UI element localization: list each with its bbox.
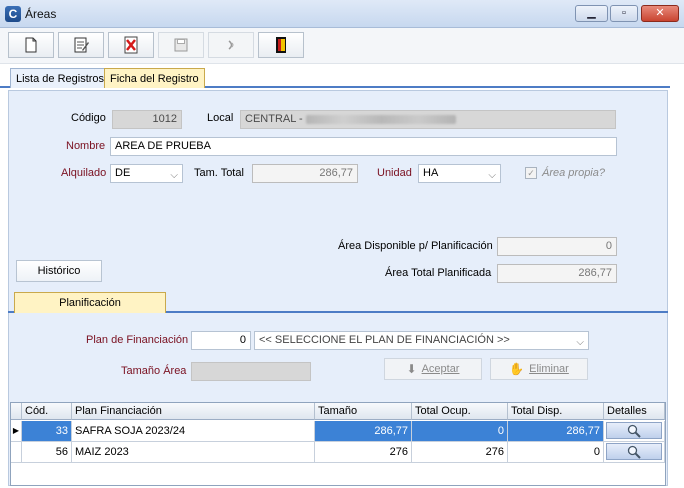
- plan-financiacion-label: Plan de Financiación: [86, 334, 189, 346]
- cell-total-disp[interactable]: 286,77: [508, 421, 604, 442]
- tab-strip: Lista de Registros Ficha del Registro: [0, 66, 670, 88]
- app-icon: C: [5, 6, 21, 22]
- minimize-icon: ▁: [587, 7, 596, 19]
- planificacion-grid: Cód. Plan Financiación Tamaño Total Ocup…: [10, 402, 666, 486]
- cell-tamano[interactable]: 276: [315, 442, 412, 463]
- tam-total-label: Tam. Total: [194, 167, 244, 179]
- save-button[interactable]: [158, 32, 204, 58]
- cell-total-ocup[interactable]: 276: [412, 442, 508, 463]
- undo-button[interactable]: [208, 32, 254, 58]
- cell-plan[interactable]: MAIZ 2023: [72, 442, 315, 463]
- aceptar-label: Aceptar: [421, 363, 460, 375]
- column-header-plan[interactable]: Plan Financiación: [72, 403, 315, 420]
- unidad-select[interactable]: HA ⌵: [418, 164, 501, 183]
- tab-planificacion[interactable]: Planificación: [14, 292, 166, 313]
- cell-cod[interactable]: 56: [22, 442, 72, 463]
- area-disponible-label: Área Disponible p/ Planificación: [338, 240, 493, 252]
- delete-record-button[interactable]: [108, 32, 154, 58]
- column-header-tamano[interactable]: Tamaño: [315, 403, 412, 420]
- tab-ficha-del-registro[interactable]: Ficha del Registro: [104, 68, 205, 88]
- column-header-cod[interactable]: Cód.: [22, 403, 72, 420]
- eliminar-label: Eliminar: [529, 363, 569, 375]
- chevron-down-icon: ⌵: [576, 337, 584, 348]
- area-propia-label: Área propia?: [542, 167, 605, 179]
- plan-financiacion-select[interactable]: << SELECCIONE EL PLAN DE FINANCIACIÓN >>…: [254, 331, 589, 350]
- alquilado-select[interactable]: DE ⌵: [110, 164, 183, 183]
- local-label: Local: [207, 112, 234, 124]
- unidad-value: HA: [423, 167, 439, 179]
- codigo-label: Código: [71, 112, 106, 124]
- eliminar-button[interactable]: ✋ Eliminar: [490, 358, 588, 380]
- magnifier-icon: [627, 445, 641, 459]
- local-field[interactable]: CENTRAL -: [240, 110, 616, 129]
- cell-detalles: [604, 421, 665, 442]
- unidad-label: Unidad: [377, 167, 412, 179]
- accept-icon: ⬇: [406, 362, 417, 376]
- cell-cod[interactable]: 33: [22, 421, 72, 442]
- minimize-button[interactable]: ▁: [575, 5, 608, 22]
- edit-document-icon: [74, 37, 89, 53]
- aceptar-button[interactable]: ⬇ Aceptar: [384, 358, 482, 380]
- detalles-button[interactable]: [606, 422, 662, 439]
- cell-total-ocup[interactable]: 0: [412, 421, 508, 442]
- delete-icon: [124, 36, 138, 54]
- local-value: CENTRAL -: [245, 113, 303, 125]
- planificacion-tab-strip: Planificación: [8, 292, 668, 313]
- area-propia-checkbox[interactable]: ✓: [525, 167, 537, 179]
- alquilado-value: DE: [115, 167, 131, 179]
- close-icon: ✕: [655, 7, 665, 19]
- row-pointer-icon: ▶: [11, 421, 22, 442]
- area-total-field[interactable]: 286,77: [497, 264, 617, 283]
- chevron-down-icon: ⌵: [170, 170, 178, 181]
- maximize-button[interactable]: ▫: [610, 5, 638, 22]
- undo-icon: [228, 40, 234, 50]
- plan-code-field[interactable]: 0: [191, 331, 251, 350]
- column-header-total-disp[interactable]: Total Disp.: [508, 403, 604, 420]
- new-document-icon: [25, 37, 37, 53]
- cell-total-disp[interactable]: 0: [508, 442, 604, 463]
- title-bar: C Áreas ▁ ▫ ✕: [0, 0, 684, 28]
- window-title: Áreas: [25, 7, 57, 21]
- detalles-button[interactable]: [606, 443, 662, 460]
- alquilado-label: Alquilado: [61, 167, 107, 179]
- historico-button[interactable]: Histórico: [16, 260, 102, 282]
- cell-detalles: [604, 442, 665, 463]
- checkmark-icon: ✓: [527, 168, 535, 178]
- magnifier-icon: [627, 424, 641, 438]
- toolbar: [0, 28, 684, 64]
- nombre-label: Nombre: [66, 140, 106, 152]
- exit-button[interactable]: [258, 32, 304, 58]
- column-header-detalles[interactable]: Detalles: [604, 403, 665, 420]
- tab-lista-de-registros[interactable]: Lista de Registros: [10, 68, 111, 88]
- plan-financiacion-value: << SELECCIONE EL PLAN DE FINANCIACIÓN >>: [259, 334, 510, 346]
- close-button[interactable]: ✕: [641, 5, 679, 22]
- area-total-label: Área Total Planificada: [385, 267, 492, 279]
- nombre-field[interactable]: AREA DE PRUEBA: [110, 137, 617, 156]
- maximize-icon: ▫: [622, 7, 626, 19]
- chevron-down-icon: ⌵: [488, 170, 496, 181]
- delete-icon: ✋: [509, 362, 525, 376]
- cell-tamano[interactable]: 286,77: [315, 421, 412, 442]
- exit-icon: [276, 37, 286, 53]
- tamano-area-field[interactable]: [191, 362, 311, 381]
- column-header-total-ocup[interactable]: Total Ocup.: [412, 403, 508, 420]
- save-icon: [174, 38, 188, 52]
- tamano-area-label: Tamaño Área: [121, 365, 187, 377]
- row-indicator-header: [11, 403, 22, 420]
- area-disponible-field[interactable]: 0: [497, 237, 617, 256]
- codigo-field[interactable]: 1012: [112, 110, 182, 129]
- redacted-text: [305, 114, 456, 124]
- tam-total-field[interactable]: 286,77: [252, 164, 358, 183]
- edit-record-button[interactable]: [58, 32, 104, 58]
- row-indicator-cell: [11, 442, 22, 463]
- new-record-button[interactable]: [8, 32, 54, 58]
- cell-plan[interactable]: SAFRA SOJA 2023/24: [72, 421, 315, 442]
